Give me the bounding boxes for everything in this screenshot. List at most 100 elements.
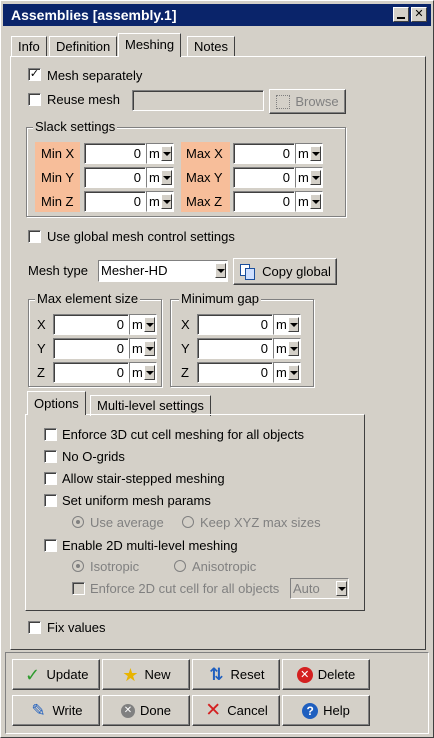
chevron-down-icon[interactable]: [215, 263, 226, 278]
max-element-title: Max element size: [35, 291, 141, 306]
copy-icon: [239, 263, 257, 281]
mesh-type-select[interactable]: Mesher-HD: [98, 260, 228, 282]
slack-max-y-unit[interactable]: m: [295, 167, 323, 188]
stair-stepped-checkbox[interactable]: [44, 472, 57, 485]
enable-2d-checkbox[interactable]: [44, 539, 57, 552]
slack-max-y-input[interactable]: 0: [233, 167, 295, 188]
update-button[interactable]: ✓ Update: [12, 659, 100, 690]
unit-text: m: [149, 194, 160, 209]
slack-min-x-unit[interactable]: m: [146, 143, 174, 164]
no-ogrids-label: No O-grids: [62, 449, 125, 464]
slack-max-x-input[interactable]: 0: [233, 143, 295, 164]
max-element-y-input[interactable]: 0: [53, 338, 129, 359]
star-icon: ★: [122, 664, 139, 685]
reuse-mesh-field[interactable]: [132, 90, 264, 111]
slack-min-z-input[interactable]: 0: [84, 191, 146, 212]
keep-xyz-radio[interactable]: [182, 516, 194, 528]
slack-min-x-input[interactable]: 0: [84, 143, 146, 164]
window-title: Assemblies [assembly.1]: [11, 7, 177, 23]
mesh-type-value: Mesher-HD: [101, 263, 168, 278]
tab-info[interactable]: Info: [11, 36, 47, 57]
no-ogrids-checkbox[interactable]: [44, 450, 57, 463]
write-label: Write: [52, 703, 83, 718]
chevron-down-icon[interactable]: [336, 581, 347, 596]
chevron-down-icon[interactable]: [161, 146, 172, 161]
max-element-x-unit[interactable]: m: [129, 314, 157, 335]
chevron-down-icon[interactable]: [310, 194, 321, 209]
new-button[interactable]: ★ New: [102, 659, 190, 690]
cancel-button[interactable]: ✕ Cancel: [192, 695, 280, 726]
slack-min-y-unit[interactable]: m: [146, 167, 174, 188]
chevron-down-icon[interactable]: [310, 146, 321, 161]
min-gap-x-input[interactable]: 0: [197, 314, 273, 335]
mesh-separately-label: Mesh separately: [47, 68, 143, 83]
use-average-radio[interactable]: [72, 516, 84, 528]
enforce-2d-checkbox[interactable]: [72, 582, 85, 595]
reset-button[interactable]: ⇅ Reset: [192, 659, 280, 690]
global-mesh-label: Use global mesh control settings: [47, 229, 235, 244]
min-gap-x-unit[interactable]: m: [273, 314, 301, 335]
chevron-down-icon[interactable]: [161, 194, 172, 209]
stair-stepped-label: Allow stair-stepped meshing: [62, 471, 225, 486]
max-element-z-unit[interactable]: m: [129, 362, 157, 383]
slack-min-y-input[interactable]: 0: [84, 167, 146, 188]
delete-button[interactable]: ✕ Delete: [282, 659, 370, 690]
anisotropic-radio[interactable]: [174, 560, 186, 572]
slack-max-x-unit[interactable]: m: [295, 143, 323, 164]
chevron-down-icon[interactable]: [161, 170, 172, 185]
enforce-3d-checkbox[interactable]: [44, 428, 57, 441]
min-gap-z-unit[interactable]: m: [273, 362, 301, 383]
browse-button[interactable]: Browse: [269, 89, 346, 114]
max-element-y-unit[interactable]: m: [129, 338, 157, 359]
copy-global-button[interactable]: Copy global: [233, 258, 337, 285]
title-bar[interactable]: Assemblies [assembly.1] ✕: [3, 4, 431, 26]
reuse-mesh-checkbox[interactable]: [28, 93, 41, 106]
uniform-mesh-checkbox[interactable]: [44, 494, 57, 507]
chevron-down-icon[interactable]: [288, 317, 299, 332]
unit-text: m: [298, 146, 309, 161]
tab-notes[interactable]: Notes: [187, 36, 235, 57]
max-element-x-input[interactable]: 0: [53, 314, 129, 335]
write-button[interactable]: ✎ Write: [12, 695, 100, 726]
chevron-down-icon[interactable]: [288, 341, 299, 356]
enforce-2d-select[interactable]: Auto: [290, 578, 349, 599]
done-label: Done: [139, 703, 172, 718]
cancel-icon: ✕: [205, 699, 222, 721]
done-icon: ✕: [120, 703, 135, 718]
min-gap-y-unit[interactable]: m: [273, 338, 301, 359]
max-element-z-input[interactable]: 0: [53, 362, 129, 383]
slack-max-z-label: Max Z: [186, 194, 223, 209]
fix-values-checkbox[interactable]: [28, 621, 41, 634]
chevron-down-icon[interactable]: [144, 341, 155, 356]
done-button[interactable]: ✕ Done: [102, 695, 190, 726]
chevron-down-icon[interactable]: [144, 365, 155, 380]
chevron-down-icon[interactable]: [144, 317, 155, 332]
slack-min-z-label: Min Z: [41, 194, 74, 209]
unit-text: m: [298, 194, 309, 209]
min-gap-y-input[interactable]: 0: [197, 338, 273, 359]
min-gap-z-input[interactable]: 0: [197, 362, 273, 383]
isotropic-radio[interactable]: [72, 560, 84, 572]
slack-settings-title: Slack settings: [33, 119, 118, 134]
tab-definition[interactable]: Definition: [49, 36, 118, 57]
slack-min-z-unit[interactable]: m: [146, 191, 174, 212]
subtab-options[interactable]: Options: [27, 391, 86, 415]
global-mesh-checkbox[interactable]: [28, 230, 41, 243]
minimize-button[interactable]: [393, 7, 409, 22]
subtab-multi-level[interactable]: Multi-level settings: [90, 395, 211, 416]
close-button[interactable]: ✕: [411, 7, 427, 22]
reset-icon: ⇅: [209, 664, 224, 684]
help-button[interactable]: ? Help: [282, 695, 370, 726]
chevron-down-icon[interactable]: [288, 365, 299, 380]
slack-max-z-unit[interactable]: m: [295, 191, 323, 212]
tab-meshing[interactable]: Meshing: [118, 33, 182, 57]
enforce-3d-label: Enforce 3D cut cell meshing for all obje…: [62, 427, 305, 442]
chevron-down-icon[interactable]: [310, 170, 321, 185]
max-element-y-label: Y: [37, 341, 46, 356]
min-gap-z-label: Z: [181, 365, 189, 380]
slack-max-z-input[interactable]: 0: [233, 191, 295, 212]
browse-label: Browse: [295, 94, 339, 109]
mesh-separately-checkbox[interactable]: ✓: [28, 68, 41, 81]
slack-max-x-label: Max X: [186, 146, 223, 161]
assemblies-window: Assemblies [assembly.1] ✕ Info Definitio…: [0, 0, 434, 738]
